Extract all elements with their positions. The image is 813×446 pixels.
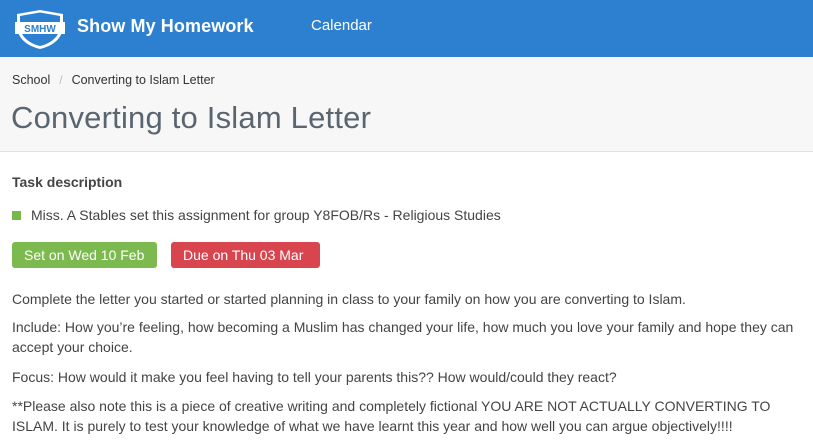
smhw-logo-icon[interactable]: SMHW: [13, 8, 67, 50]
brand-name[interactable]: Show My Homework: [77, 16, 254, 37]
nav-calendar-link[interactable]: Calendar: [311, 17, 372, 34]
description-paragraph: Include: How you’re feeling, how becomin…: [12, 319, 794, 355]
assignment-text: Miss. A Stables set this assignment for …: [31, 207, 501, 223]
page-title: Converting to Islam Letter: [11, 100, 372, 135]
due-date-badge: Due on Thu 03 Mar: [171, 242, 320, 268]
assignment-info: Miss. A Stables set this assignment for …: [12, 207, 501, 223]
breadcrumb-separator: /: [59, 73, 63, 87]
description-paragraph: Focus: How would it make you feel having…: [12, 369, 617, 385]
group-color-marker: [12, 210, 21, 220]
task-description-heading: Task description: [12, 174, 123, 190]
logo-text: SMHW: [24, 24, 56, 35]
top-navigation-bar: SMHW Show My Homework Calendar: [0, 0, 813, 57]
set-date-badge: Set on Wed 10 Feb: [12, 242, 157, 268]
description-paragraph: **Please also note this is a piece of cr…: [12, 398, 771, 434]
breadcrumb-current: Converting to Islam Letter: [71, 73, 215, 87]
description-paragraph: Complete the letter you started or start…: [12, 291, 686, 307]
breadcrumb-school-link[interactable]: School: [12, 73, 50, 87]
breadcrumb: School / Converting to Islam Letter: [12, 73, 215, 87]
